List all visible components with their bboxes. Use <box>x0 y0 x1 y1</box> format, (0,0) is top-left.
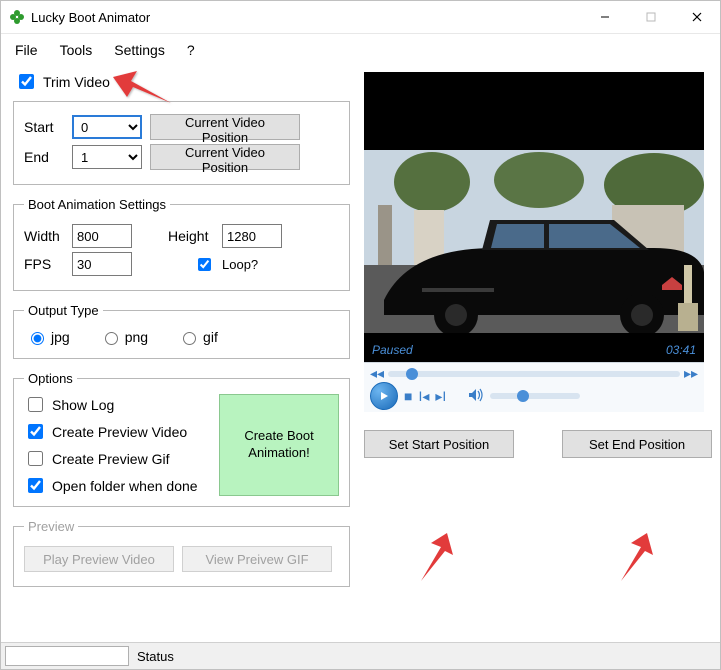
prev-button[interactable]: I◂ <box>418 388 429 405</box>
height-input[interactable] <box>222 224 282 248</box>
create-boot-animation-button[interactable]: Create Boot Animation! <box>219 394 339 496</box>
rewind-icon[interactable]: ◂◂ <box>370 365 384 382</box>
fast-forward-icon[interactable]: ▸▸ <box>684 365 698 382</box>
app-window: Lucky Boot Animator File Tools Settings … <box>0 0 721 670</box>
maximize-button[interactable] <box>628 1 674 33</box>
show-log-checkbox[interactable] <box>28 397 43 412</box>
play-preview-video-button: Play Preview Video <box>24 546 174 572</box>
stop-button[interactable]: ■ <box>404 388 412 404</box>
player-controls: ◂◂ ▸▸ ■ I◂ ▸I <box>364 362 704 412</box>
fps-input[interactable] <box>72 252 132 276</box>
volume-icon[interactable] <box>468 388 484 405</box>
radio-jpg[interactable]: jpg <box>26 329 70 345</box>
play-button[interactable] <box>370 382 398 410</box>
start-current-pos-button[interactable]: Current Video Position <box>150 114 300 140</box>
fps-label: FPS <box>24 256 64 272</box>
width-label: Width <box>24 228 64 244</box>
set-start-position-button[interactable]: Set Start Position <box>364 430 514 458</box>
preview-group: Preview Play Preview Video View Preivew … <box>13 519 350 587</box>
end-label: End <box>24 149 64 165</box>
width-input[interactable] <box>72 224 132 248</box>
volume-slider[interactable] <box>490 393 580 399</box>
close-button[interactable] <box>674 1 720 33</box>
status-progressbar <box>5 646 129 666</box>
output-type-group: Output Type jpg png gif <box>13 303 350 359</box>
height-label: Height <box>168 228 214 244</box>
create-preview-gif-checkbox[interactable] <box>28 451 43 466</box>
start-label: Start <box>24 119 64 135</box>
seek-slider[interactable] <box>388 371 680 377</box>
app-icon <box>9 9 25 25</box>
loop-label: Loop? <box>222 257 258 272</box>
boot-settings-legend: Boot Animation Settings <box>24 197 170 212</box>
output-type-legend: Output Type <box>24 303 103 318</box>
window-title: Lucky Boot Animator <box>31 10 150 25</box>
options-legend: Options <box>24 371 77 386</box>
radio-png[interactable]: png <box>100 329 148 345</box>
options-group: Options Show Log Create Preview Video Cr… <box>13 371 350 507</box>
video-preview: Paused 03:41 ◂◂ ▸▸ ■ <box>364 72 704 412</box>
video-time: 03:41 <box>666 343 696 357</box>
menu-tools[interactable]: Tools <box>60 42 93 58</box>
loop-checkbox[interactable] <box>198 258 211 271</box>
set-end-position-button[interactable]: Set End Position <box>562 430 712 458</box>
create-preview-video-checkbox[interactable] <box>28 424 43 439</box>
view-preview-gif-button: View Preivew GIF <box>182 546 332 572</box>
video-state: Paused <box>372 343 413 357</box>
statusbar: Status <box>1 642 720 669</box>
menubar: File Tools Settings ? <box>1 34 720 68</box>
status-label: Status <box>137 649 174 664</box>
video-scene <box>364 150 704 333</box>
preview-legend: Preview <box>24 519 78 534</box>
trim-group: Start 0 Current Video Position End 1 Cur… <box>13 101 350 185</box>
end-combo[interactable]: 1 <box>72 145 142 169</box>
menu-file[interactable]: File <box>15 42 38 58</box>
trim-video-checkbox[interactable] <box>19 74 34 89</box>
radio-gif[interactable]: gif <box>178 329 218 345</box>
end-current-pos-button[interactable]: Current Video Position <box>150 144 300 170</box>
open-folder-checkbox[interactable] <box>28 478 43 493</box>
minimize-button[interactable] <box>582 1 628 33</box>
trim-video-label: Trim Video <box>43 74 110 90</box>
menu-settings[interactable]: Settings <box>114 42 165 58</box>
titlebar: Lucky Boot Animator <box>1 1 720 34</box>
boot-animation-settings-group: Boot Animation Settings Width Height FPS… <box>13 197 350 291</box>
menu-help[interactable]: ? <box>187 42 195 58</box>
next-button[interactable]: ▸I <box>435 388 446 405</box>
start-combo[interactable]: 0 <box>72 115 142 139</box>
